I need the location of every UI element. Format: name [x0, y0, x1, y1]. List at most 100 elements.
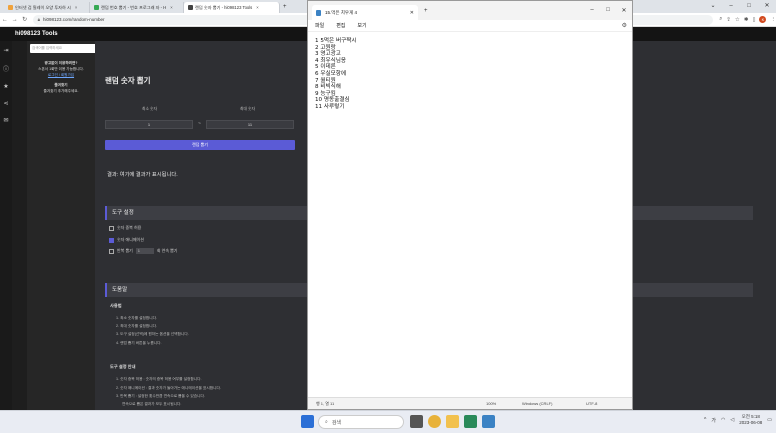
task-view-icon[interactable]	[410, 415, 423, 428]
close-icon[interactable]: ✕	[616, 7, 632, 14]
browser-tab[interactable]: 랜덤 번호 뽑기 - 번호 프로그래 자 - H ×	[90, 2, 184, 13]
notepad-text-area[interactable]: 1 5먹은 버구짝시 2 고원랑 3 영고광고 4 최우식님응 5 이데른 6 …	[308, 32, 632, 117]
chevron-down-icon[interactable]: ⌄	[704, 0, 722, 13]
encoding: UTF-8	[586, 401, 598, 406]
login-link[interactable]: 로그인 / 회원가입	[30, 72, 92, 78]
usage-line: 4. 랜덤 뽑기 버튼을 누릅니다.	[116, 341, 162, 345]
text-line: 1 5먹은 버구짝시	[315, 38, 357, 44]
text-line: 2 고원랑	[315, 44, 336, 51]
usage-title: 사용법	[110, 303, 122, 308]
system-tray: ^ 가 ◠ ◁ 오전 5:18 2023-06-08 ▭	[704, 414, 772, 426]
taskbar: ⌕ 검색 ^ 가 ◠ ◁ 오전 5:18 2023-06-08 ▭	[0, 410, 776, 433]
login-icon[interactable]: ⇥	[3, 47, 8, 54]
checkbox[interactable]	[109, 248, 114, 254]
new-tab-icon[interactable]: +	[424, 8, 428, 14]
notepad-status-bar: 행 1, 열 11 100% Windows (CRLF) UTF-8	[308, 397, 632, 409]
close-tab-icon[interactable]: ✕	[410, 10, 414, 16]
sidebar-notice: 광고없이 이용하려면? 스폰서 1회만 이용 가능합니다. 로그인 / 회원가입…	[30, 60, 92, 94]
notification-icon[interactable]: ▭	[767, 417, 772, 423]
notepad-taskbar-icon[interactable]	[482, 415, 495, 428]
text-line: 11 사루렇기	[315, 103, 345, 110]
favorite-body: 즐겨찾기 추가해주세요.	[43, 89, 79, 93]
text-line: 4 최우식님응	[315, 57, 347, 64]
notepad-icon	[316, 9, 321, 16]
search-icon: ⌕	[325, 419, 328, 425]
mail-icon[interactable]: ✉	[3, 117, 8, 124]
cursor-position: 행 1, 열 11	[316, 400, 335, 406]
start-icon[interactable]	[301, 415, 314, 428]
result-text: 결과: 여기에 결과가 표시됩니다.	[107, 172, 178, 178]
star-icon[interactable]: ★	[3, 83, 8, 90]
line-ending: Windows (CRLF)	[522, 401, 553, 406]
usage-line: 3. 도구 설정(선택)에 원하는 옵션을 선택합니다.	[116, 332, 189, 336]
browser-tab[interactable]: 인터넷 검 릴레이 오양 투자하 시 ×	[4, 2, 90, 13]
min-label: 최소 숫자	[142, 107, 158, 111]
minimize-icon[interactable]: –	[722, 0, 740, 13]
sidebar-search-input[interactable]: 검색어를 입력하세요	[30, 44, 96, 53]
file-explorer-icon[interactable]	[446, 415, 459, 428]
maximize-icon[interactable]: □	[600, 7, 616, 14]
page-title: 랜덤 숫자 뽑기	[105, 76, 151, 85]
bookmark-star-icon[interactable]: ☆	[735, 17, 740, 23]
menu-file[interactable]: 파일	[315, 22, 324, 29]
settings-guide-line: 2. 숫자 애니메이션 : 결과 숫자가 돌아가는 애니메이션을 표시합니다.	[116, 386, 221, 390]
reload-icon[interactable]: ↻	[20, 16, 30, 23]
info-icon[interactable]: ⓘ	[3, 64, 9, 73]
chrome-icon[interactable]	[428, 415, 441, 428]
settings-guide-line: 연속으로 뽑은 결과가 모두 표시됩니다.	[122, 402, 182, 406]
text-line: 3 영고광고	[315, 51, 341, 58]
volume-icon[interactable]: ◁	[730, 417, 734, 423]
min-number-input[interactable]: 1	[105, 120, 193, 129]
checkbox-checked[interactable]	[109, 237, 114, 243]
back-icon[interactable]: ←	[0, 17, 10, 23]
minimize-icon[interactable]: –	[584, 7, 600, 14]
max-label: 최대 숫자	[240, 107, 256, 111]
site-brand[interactable]: hi098123 Tools	[15, 31, 58, 37]
new-tab-icon[interactable]: +	[283, 4, 287, 10]
zoom-icon[interactable]: ⌕	[719, 16, 722, 23]
menu-view[interactable]: 보기	[357, 22, 366, 29]
share-icon[interactable]: ⇪	[726, 17, 731, 23]
tab-favicon-icon	[8, 5, 13, 10]
zoom-level: 100%	[486, 401, 497, 406]
language-indicator[interactable]: 가	[711, 417, 716, 424]
text-line: 8 비빅식해	[315, 84, 341, 91]
generate-button[interactable]: 랜덤 뽑기	[105, 140, 295, 150]
text-line: 5 이데른	[315, 64, 336, 71]
chevron-up-icon[interactable]: ^	[704, 417, 706, 423]
tab-favicon-icon	[94, 5, 99, 10]
forward-icon[interactable]: →	[10, 17, 20, 23]
menu-icon[interactable]: ⋮	[770, 17, 776, 23]
gear-icon[interactable]: ⚙	[622, 22, 627, 29]
option-repeat[interactable]: 반복 뽑기 1 회 연속 뽑기	[109, 248, 177, 254]
lock-icon: 🔒︎	[37, 17, 40, 22]
option-allow-duplicates[interactable]: 숫자 중복 허용	[109, 225, 141, 231]
close-tab-icon[interactable]: ×	[170, 5, 172, 10]
extensions-icon[interactable]: ✱	[744, 17, 749, 23]
app-icon[interactable]	[464, 415, 477, 428]
notepad-window: 15.먹은 치우게 4 ✕ + – □ ✕ 파일 편집 보기 ⚙ 1 5먹은 버…	[307, 0, 633, 410]
clock[interactable]: 오전 5:18 2023-06-08	[739, 414, 762, 426]
share-icon[interactable]: ⋖	[3, 100, 8, 107]
tab-favicon-icon	[188, 5, 193, 10]
notepad-tab[interactable]: 15.먹은 치우게 4 ✕	[312, 5, 418, 20]
text-line: 9 능구킴	[315, 90, 336, 97]
text-line: 10 명동출결심	[315, 97, 350, 104]
settings-guide-title: 도구 설정 안내	[110, 364, 136, 369]
profile-avatar[interactable]: K	[759, 16, 767, 23]
repeat-count-input[interactable]: 1	[135, 248, 154, 254]
checkbox[interactable]	[109, 225, 114, 231]
sidebar-icon[interactable]: ▯	[752, 17, 755, 23]
taskbar-search[interactable]: ⌕ 검색	[318, 415, 404, 429]
close-icon[interactable]: ✕	[758, 0, 776, 13]
sidebar: 검색어를 입력하세요 광고없이 이용하려면? 스폰서 1회만 이용 가능합니다.…	[27, 41, 96, 410]
notepad-window-controls: – □ ✕	[584, 7, 632, 14]
menu-edit[interactable]: 편집	[336, 22, 345, 29]
close-tab-icon[interactable]: ×	[256, 5, 258, 10]
wifi-icon[interactable]: ◠	[721, 417, 725, 423]
close-tab-icon[interactable]: ×	[75, 5, 77, 10]
maximize-icon[interactable]: □	[740, 0, 758, 13]
max-number-input[interactable]: 11	[206, 120, 294, 129]
browser-tab-active[interactable]: 랜덤 숫자 뽑기 - hi098123 Tools ×	[184, 2, 280, 13]
option-animation[interactable]: 숫자 애니메이션	[109, 237, 144, 243]
